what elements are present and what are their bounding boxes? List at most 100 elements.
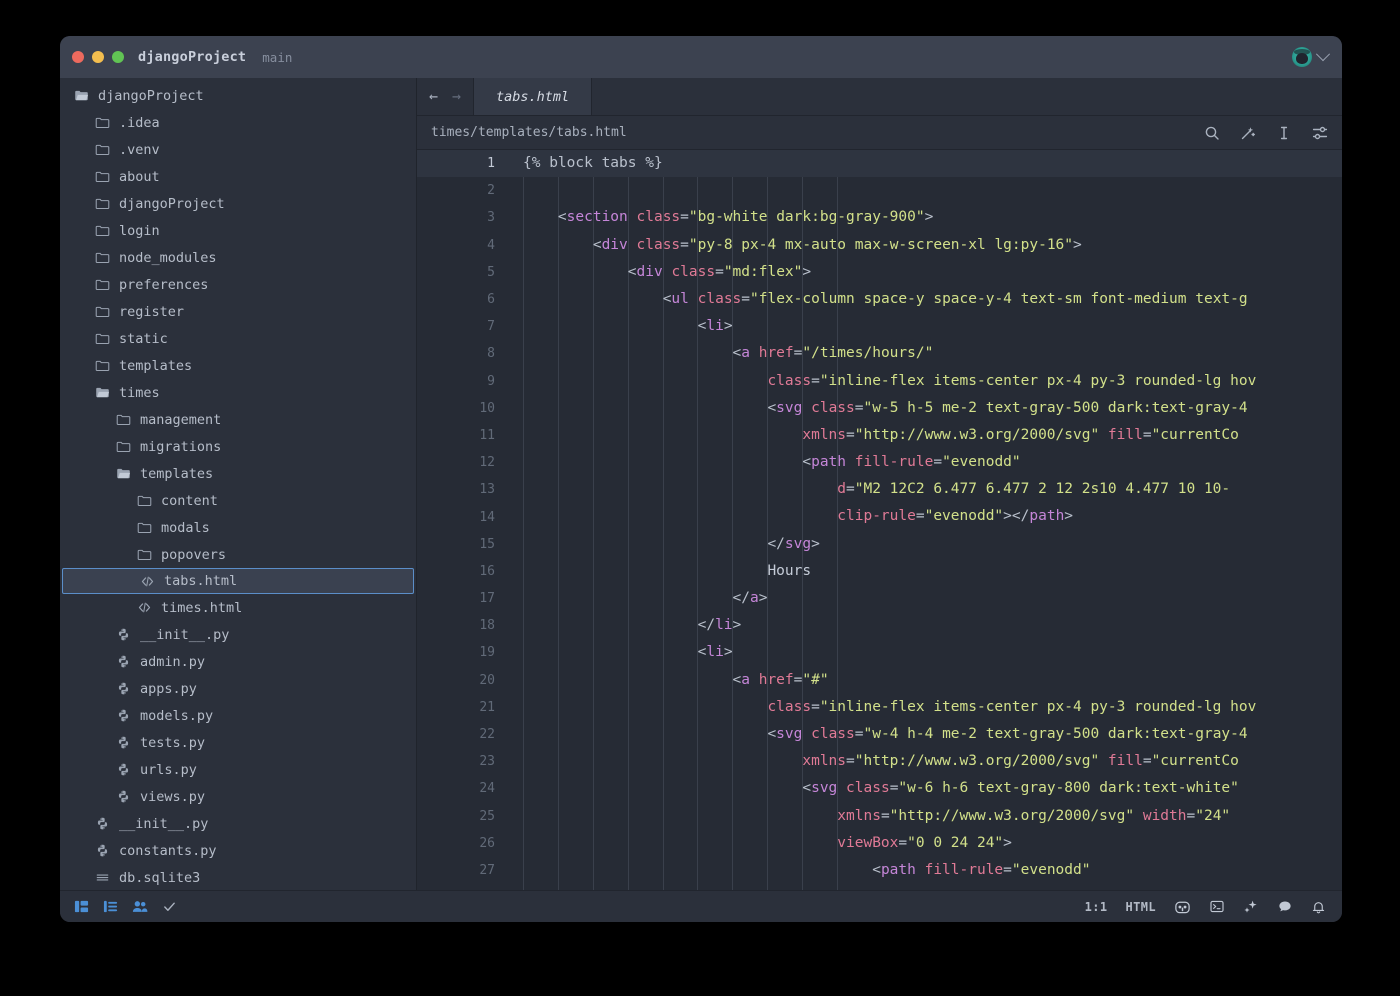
line-number[interactable]: 13 — [417, 476, 507, 503]
chat-bubble-icon[interactable] — [1277, 899, 1293, 914]
arrow-right-icon[interactable]: → — [452, 89, 461, 104]
tree-item[interactable]: tests.py — [60, 729, 416, 756]
line-number-gutter[interactable]: 1234567891011121314151617181920212223242… — [417, 150, 507, 890]
tree-item[interactable]: urls.py — [60, 756, 416, 783]
tree-item[interactable]: templates — [60, 460, 416, 487]
project-tree-panel[interactable]: djangoProject.idea.venvaboutdjangoProjec… — [60, 78, 417, 890]
project-structure-icon[interactable] — [74, 899, 89, 914]
line-number[interactable]: 24 — [417, 775, 507, 802]
tree-item[interactable]: preferences — [60, 271, 416, 298]
code-line[interactable]: <div class="py-8 px-4 mx-auto max-w-scre… — [507, 232, 1342, 259]
line-number[interactable]: 16 — [417, 558, 507, 585]
tree-item[interactable]: constants.py — [60, 837, 416, 864]
line-number[interactable]: 3 — [417, 204, 507, 231]
notifications-bell-icon[interactable] — [1311, 899, 1326, 915]
tree-item[interactable]: .venv — [60, 136, 416, 163]
line-number[interactable]: 14 — [417, 503, 507, 530]
code-line[interactable]: xmlns="http://www.w3.org/2000/svg" width… — [507, 803, 1342, 830]
line-number[interactable]: 19 — [417, 639, 507, 666]
code-line[interactable]: <path fill-rule="evenodd" — [507, 449, 1342, 476]
tree-item[interactable]: __init__.py — [60, 621, 416, 648]
code-line[interactable]: <li> — [507, 639, 1342, 666]
tree-item[interactable]: djangoProject — [60, 82, 416, 109]
code-line[interactable]: viewBox="0 0 24 24"> — [507, 830, 1342, 857]
sparkles-icon[interactable] — [1243, 899, 1259, 915]
tree-item[interactable]: times.html — [60, 594, 416, 621]
line-number[interactable]: 12 — [417, 449, 507, 476]
navigation-buttons[interactable]: ← → — [417, 78, 474, 115]
outline-list-icon[interactable] — [103, 899, 118, 914]
tree-item[interactable]: management — [60, 406, 416, 433]
line-number[interactable]: 9 — [417, 368, 507, 395]
tree-item[interactable]: node_modules — [60, 244, 416, 271]
editor-toolbar-icons[interactable] — [1204, 125, 1328, 141]
code-line[interactable]: Hours — [507, 558, 1342, 585]
code-line[interactable]: <div class="md:flex"> — [507, 259, 1342, 286]
tree-item-selected[interactable]: tabs.html — [62, 568, 414, 594]
status-bar-right[interactable]: 1:1 HTML — [1085, 899, 1326, 915]
minimize-button[interactable] — [92, 51, 104, 63]
tree-item[interactable]: templates — [60, 352, 416, 379]
code-line[interactable]: <path fill-rule="evenodd" — [507, 857, 1342, 884]
line-number[interactable]: 1 — [417, 150, 507, 177]
tree-item[interactable]: login — [60, 217, 416, 244]
code-line[interactable]: xmlns="http://www.w3.org/2000/svg" fill=… — [507, 422, 1342, 449]
chevron-down-icon[interactable] — [1316, 47, 1330, 61]
code-line[interactable]: <svg class="w-5 h-5 me-2 text-gray-500 d… — [507, 395, 1342, 422]
check-icon[interactable] — [162, 899, 177, 914]
cursor-position[interactable]: 1:1 — [1085, 900, 1108, 914]
line-number[interactable]: 4 — [417, 232, 507, 259]
window-controls[interactable] — [72, 51, 124, 63]
close-button[interactable] — [72, 51, 84, 63]
line-number[interactable]: 23 — [417, 748, 507, 775]
line-number[interactable]: 21 — [417, 694, 507, 721]
terminal-icon[interactable] — [1209, 899, 1225, 914]
code-editor-area[interactable]: 1234567891011121314151617181920212223242… — [417, 150, 1342, 890]
line-number[interactable]: 7 — [417, 313, 507, 340]
ai-assistant-icon[interactable] — [1174, 899, 1191, 915]
code-content[interactable]: {% block tabs %} <section class="bg-whit… — [507, 150, 1342, 890]
tree-item[interactable]: .idea — [60, 109, 416, 136]
tree-item[interactable]: about — [60, 163, 416, 190]
code-line[interactable]: class="inline-flex items-center px-4 py-… — [507, 368, 1342, 395]
line-number[interactable]: 11 — [417, 422, 507, 449]
account-avatar-icon[interactable] — [1292, 47, 1312, 67]
code-line[interactable]: <ul class="flex-column space-y space-y-4… — [507, 286, 1342, 313]
code-line[interactable]: d="M2 12C2 6.477 6.477 2 12 2s10 4.477 1… — [507, 476, 1342, 503]
file-type-label[interactable]: HTML — [1126, 900, 1157, 914]
code-line[interactable]: <a href="#" — [507, 667, 1342, 694]
line-number[interactable]: 5 — [417, 259, 507, 286]
arrow-left-icon[interactable]: ← — [429, 89, 438, 104]
line-number[interactable]: 17 — [417, 585, 507, 612]
line-number[interactable]: 25 — [417, 803, 507, 830]
tree-item[interactable]: __init__.py — [60, 810, 416, 837]
tree-item[interactable]: migrations — [60, 433, 416, 460]
code-line[interactable]: <svg class="w-4 h-4 me-2 text-gray-500 d… — [507, 721, 1342, 748]
line-number[interactable]: 15 — [417, 531, 507, 558]
line-number[interactable]: 2 — [417, 177, 507, 204]
line-number[interactable]: 18 — [417, 612, 507, 639]
tree-item[interactable]: static — [60, 325, 416, 352]
tree-item[interactable]: times — [60, 379, 416, 406]
settings-sliders-icon[interactable] — [1312, 125, 1328, 141]
code-line[interactable]: <a href="/times/hours/" — [507, 340, 1342, 367]
tree-item[interactable]: content — [60, 487, 416, 514]
maximize-button[interactable] — [112, 51, 124, 63]
line-number[interactable]: 10 — [417, 395, 507, 422]
tree-item[interactable]: views.py — [60, 783, 416, 810]
code-line[interactable]: clip-rule="evenodd"></path> — [507, 503, 1342, 530]
tree-item[interactable]: db.sqlite3 — [60, 864, 416, 890]
code-line[interactable]: xmlns="http://www.w3.org/2000/svg" fill=… — [507, 748, 1342, 775]
magic-wand-icon[interactable] — [1240, 125, 1256, 141]
code-line[interactable]: <li> — [507, 313, 1342, 340]
code-line[interactable]: {% block tabs %} — [507, 150, 1342, 177]
git-branch-label[interactable]: main — [262, 50, 292, 65]
tab-tabs-html[interactable]: tabs.html — [474, 78, 592, 115]
code-line[interactable]: </li> — [507, 612, 1342, 639]
code-line[interactable] — [507, 177, 1342, 204]
file-tree[interactable]: djangoProject.idea.venvaboutdjangoProjec… — [60, 82, 416, 890]
line-number[interactable]: 20 — [417, 667, 507, 694]
code-line[interactable]: class="inline-flex items-center px-4 py-… — [507, 694, 1342, 721]
code-line[interactable]: </svg> — [507, 531, 1342, 558]
tree-item[interactable]: popovers — [60, 541, 416, 568]
